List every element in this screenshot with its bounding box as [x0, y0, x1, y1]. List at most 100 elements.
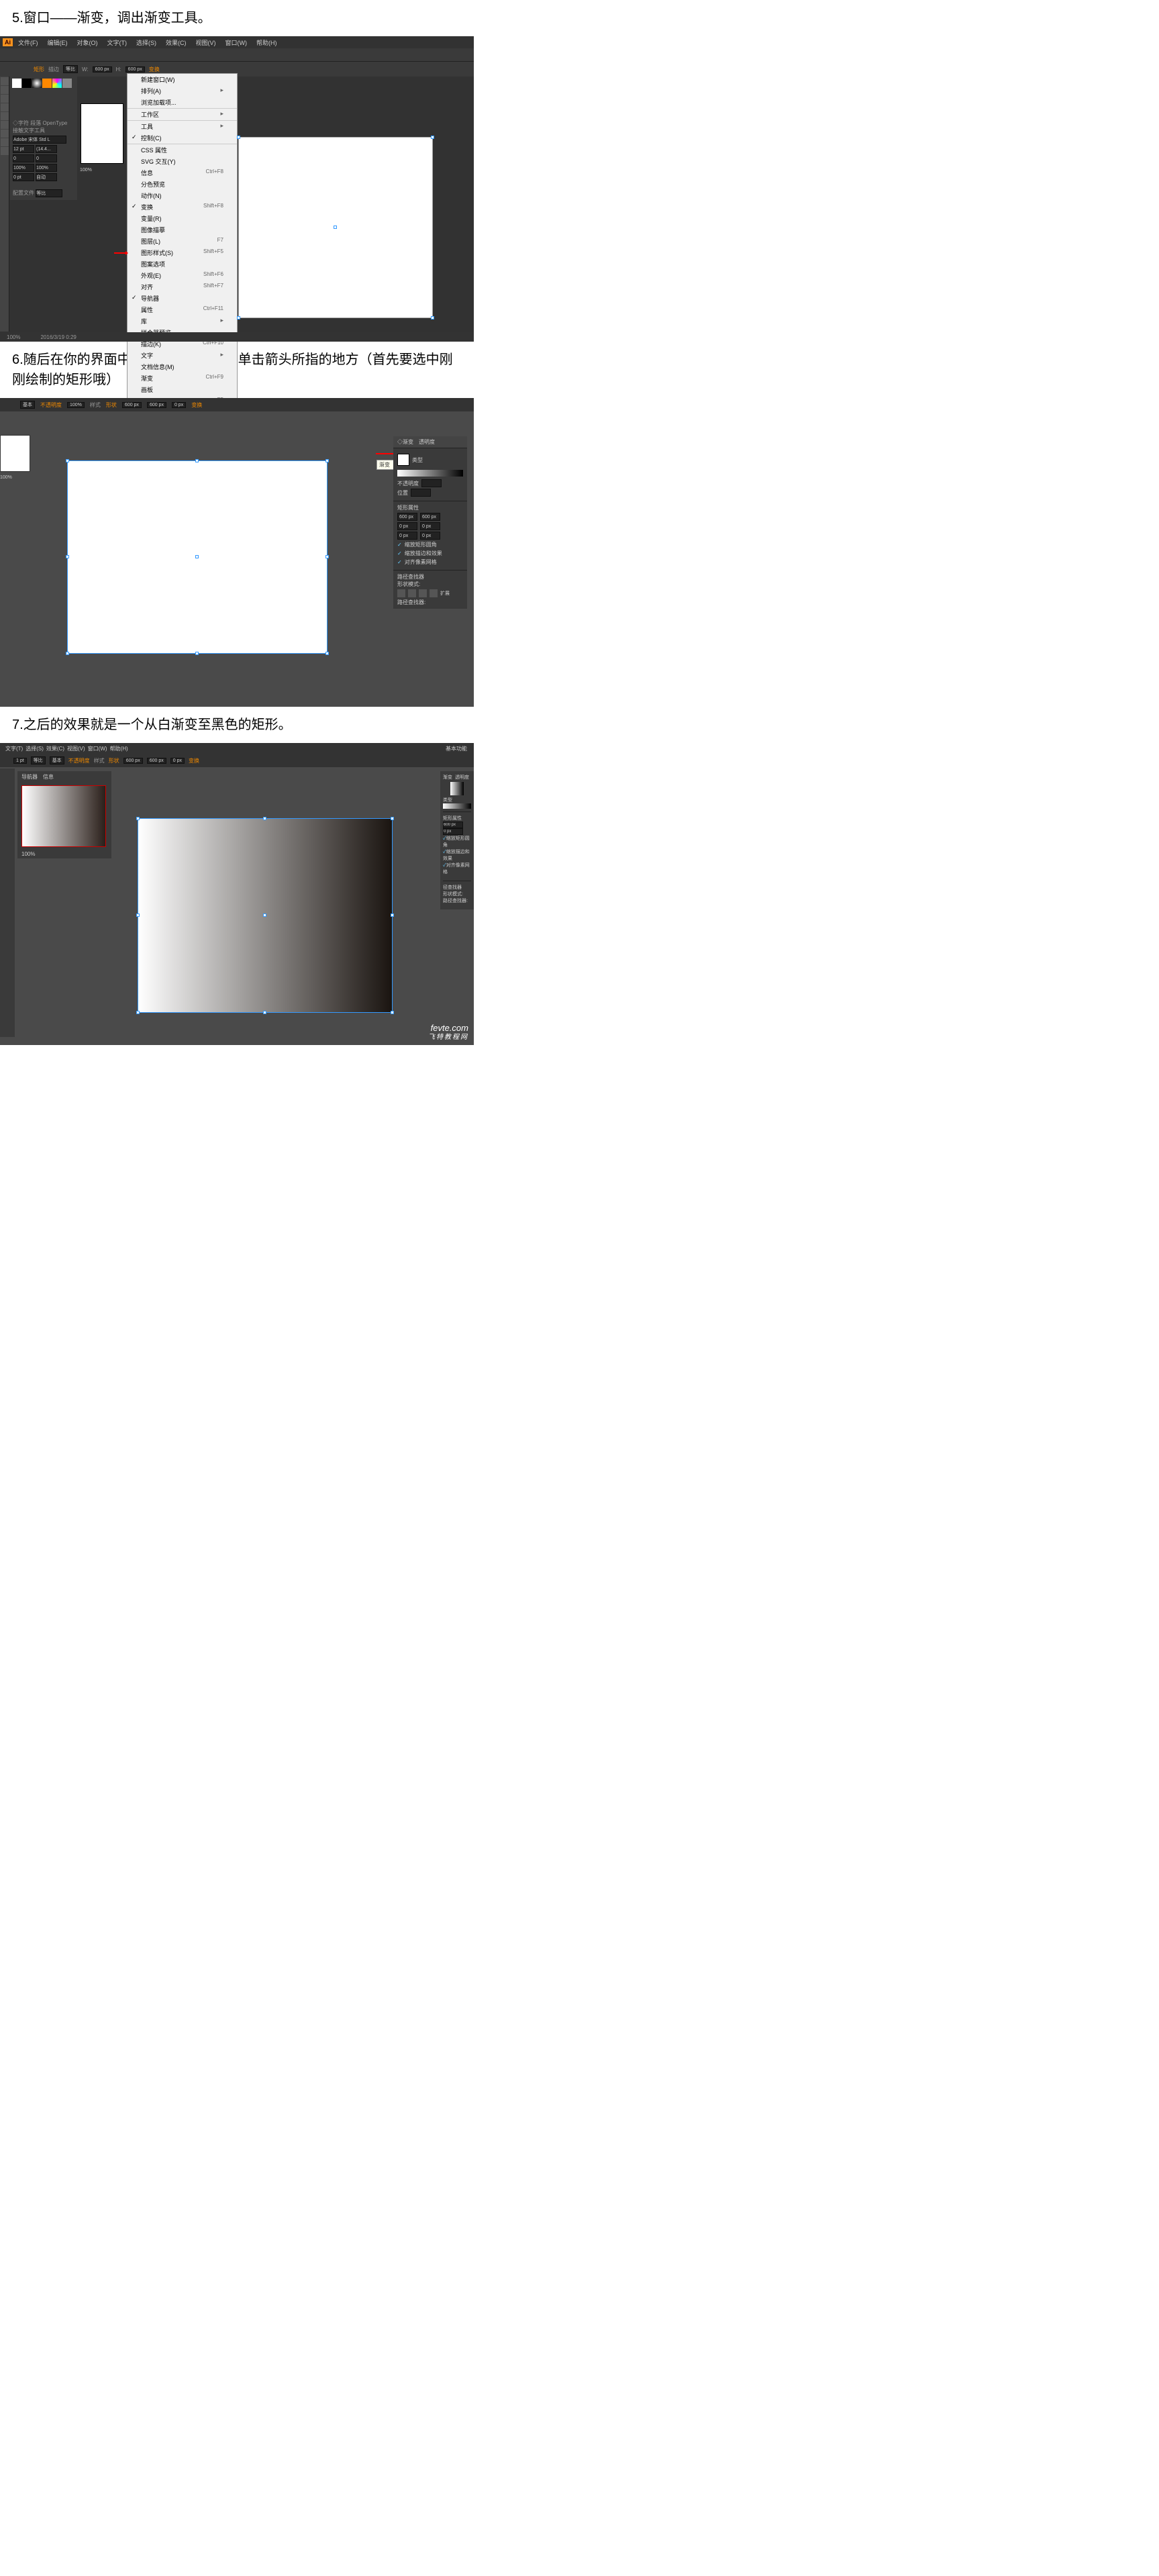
swatch-black[interactable]: [22, 79, 32, 88]
opt-transform[interactable]: 变换: [189, 757, 199, 764]
handle-tl[interactable]: [136, 817, 140, 820]
swatch-gray[interactable]: [62, 79, 72, 88]
tool-rotate[interactable]: [1, 138, 9, 146]
handle-rm[interactable]: [391, 913, 394, 917]
opt-h-field[interactable]: 600 px: [147, 402, 166, 408]
gradient-slider[interactable]: [397, 470, 463, 477]
handle-tm[interactable]: [263, 817, 266, 820]
chk-scale-strokes[interactable]: 缩放描边和效果: [443, 848, 471, 862]
handle-bl[interactable]: [237, 316, 240, 319]
font-size-field[interactable]: [13, 145, 34, 153]
tool-pen[interactable]: [1, 95, 9, 103]
shape-h-field[interactable]: [420, 513, 440, 521]
rotate-field[interactable]: [36, 173, 57, 181]
swatch-orange[interactable]: [42, 79, 52, 88]
menu-item[interactable]: 图形样式(S)Shift+F5: [128, 247, 237, 258]
hscale-field[interactable]: [36, 164, 57, 172]
shape-w-field[interactable]: [397, 513, 417, 521]
opt-px-field[interactable]: 0 px: [172, 402, 186, 408]
radius-field-2[interactable]: [420, 522, 440, 530]
handle-lm[interactable]: [136, 913, 140, 917]
menu-item[interactable]: 对齐Shift+F7: [128, 281, 237, 293]
shape-w-field[interactable]: [443, 822, 463, 828]
menu-effect[interactable]: 效果(C): [162, 38, 191, 48]
handle-tr[interactable]: [431, 136, 434, 139]
tool-scale[interactable]: [1, 147, 9, 155]
leading-field[interactable]: [36, 145, 57, 153]
handle-bl[interactable]: [66, 652, 69, 655]
tab-gradient[interactable]: ◇渐变: [397, 438, 413, 446]
menu-item[interactable]: 变换Shift+F8: [128, 201, 237, 213]
handle-tr[interactable]: [325, 459, 329, 462]
menu-item[interactable]: 画板: [128, 384, 237, 395]
opt-transform-btn[interactable]: 变换: [149, 66, 160, 73]
opt-transform[interactable]: 变换: [191, 401, 202, 409]
menu-item[interactable]: 动作(N): [128, 190, 237, 201]
swatch-color[interactable]: [52, 79, 62, 88]
menu-item[interactable]: 排列(A)▸: [128, 85, 237, 97]
handle-br[interactable]: [391, 1011, 394, 1014]
menu-item[interactable]: 控制(C): [128, 132, 237, 144]
pf-exclude-icon[interactable]: [430, 589, 438, 597]
handle-tr[interactable]: [391, 817, 394, 820]
opt-ratio[interactable]: 等比: [31, 756, 46, 764]
pf-intersect-icon[interactable]: [419, 589, 427, 597]
opt-opacity-field[interactable]: 100%: [67, 402, 85, 408]
tracking-field[interactable]: [36, 154, 57, 162]
menu-view[interactable]: 视图(V): [192, 38, 220, 48]
opt-height-field[interactable]: 600 px: [125, 66, 145, 72]
handle-br[interactable]: [325, 652, 329, 655]
menu-item[interactable]: 图层(L)F7: [128, 236, 237, 247]
menu-window[interactable]: 窗口(W): [221, 38, 252, 48]
chk-scale-corners[interactable]: 缩放矩形圆角: [397, 541, 463, 548]
menu-help[interactable]: 帮助(H): [252, 38, 281, 48]
chk-scale-corners[interactable]: 缩放矩形圆角: [443, 835, 471, 848]
menu-view[interactable]: 视图(V): [67, 745, 85, 752]
pf-minus-icon[interactable]: [408, 589, 416, 597]
menu-item[interactable]: 新建窗口(W): [128, 74, 237, 85]
handle-lm[interactable]: [66, 555, 69, 558]
handle-center[interactable]: [334, 226, 337, 229]
workspace-label[interactable]: 基本功能: [446, 745, 467, 752]
handle-bl[interactable]: [136, 1011, 140, 1014]
tab-transparency[interactable]: 透明度: [419, 438, 435, 446]
vscale-field[interactable]: [13, 164, 34, 172]
opt-ratio[interactable]: 等比: [63, 65, 78, 73]
radius-field-1[interactable]: [397, 522, 417, 530]
menu-edit[interactable]: 编辑(E): [44, 38, 72, 48]
menu-item[interactable]: SVG 交互(Y): [128, 156, 237, 167]
handle-tl[interactable]: [66, 459, 69, 462]
tool-direct-select[interactable]: [1, 86, 9, 94]
radius-field-3[interactable]: [397, 532, 417, 540]
pf-expand-btn[interactable]: 扩展: [440, 590, 450, 597]
handle-bm[interactable]: [195, 652, 199, 655]
tab-transparency[interactable]: 透明度: [455, 774, 469, 781]
menu-item[interactable]: 信息Ctrl+F8: [128, 167, 237, 179]
menu-select[interactable]: 选择(S): [132, 38, 160, 48]
profile-field[interactable]: [36, 189, 62, 197]
opt-base[interactable]: 基本: [20, 401, 35, 409]
menu-item[interactable]: 导航器: [128, 293, 237, 304]
menu-item[interactable]: 图案选项: [128, 258, 237, 270]
radius-field[interactable]: [443, 828, 463, 835]
chk-pixel-grid[interactable]: 对齐像素网格: [397, 558, 463, 566]
opt-w-field[interactable]: 600 px: [122, 402, 142, 408]
artboard-rectangle[interactable]: [67, 460, 327, 654]
opt-px-field[interactable]: 0 px: [170, 758, 185, 764]
chk-pixel-grid[interactable]: 对齐像素网格: [443, 862, 471, 875]
tool-type[interactable]: [1, 103, 9, 111]
radius-field-4[interactable]: [420, 532, 440, 540]
menu-window[interactable]: 窗口(W): [88, 745, 107, 752]
artboard-rectangle[interactable]: [238, 137, 433, 318]
menu-item[interactable]: 工具▸: [128, 120, 237, 132]
menu-select[interactable]: 选择(S): [26, 745, 44, 752]
menu-item[interactable]: 浏览加载项...: [128, 97, 237, 108]
opt-h-field[interactable]: 600 px: [147, 758, 166, 764]
menu-object[interactable]: 对象(O): [73, 38, 102, 48]
menu-item[interactable]: 文字▸: [128, 350, 237, 361]
chk-scale-strokes[interactable]: 缩放描边和效果: [397, 550, 463, 557]
opacity-field[interactable]: [421, 479, 442, 487]
opt-w-field[interactable]: 600 px: [123, 758, 143, 764]
tab-info[interactable]: 信息: [43, 773, 54, 781]
tab-gradient[interactable]: 渐变: [443, 774, 452, 781]
